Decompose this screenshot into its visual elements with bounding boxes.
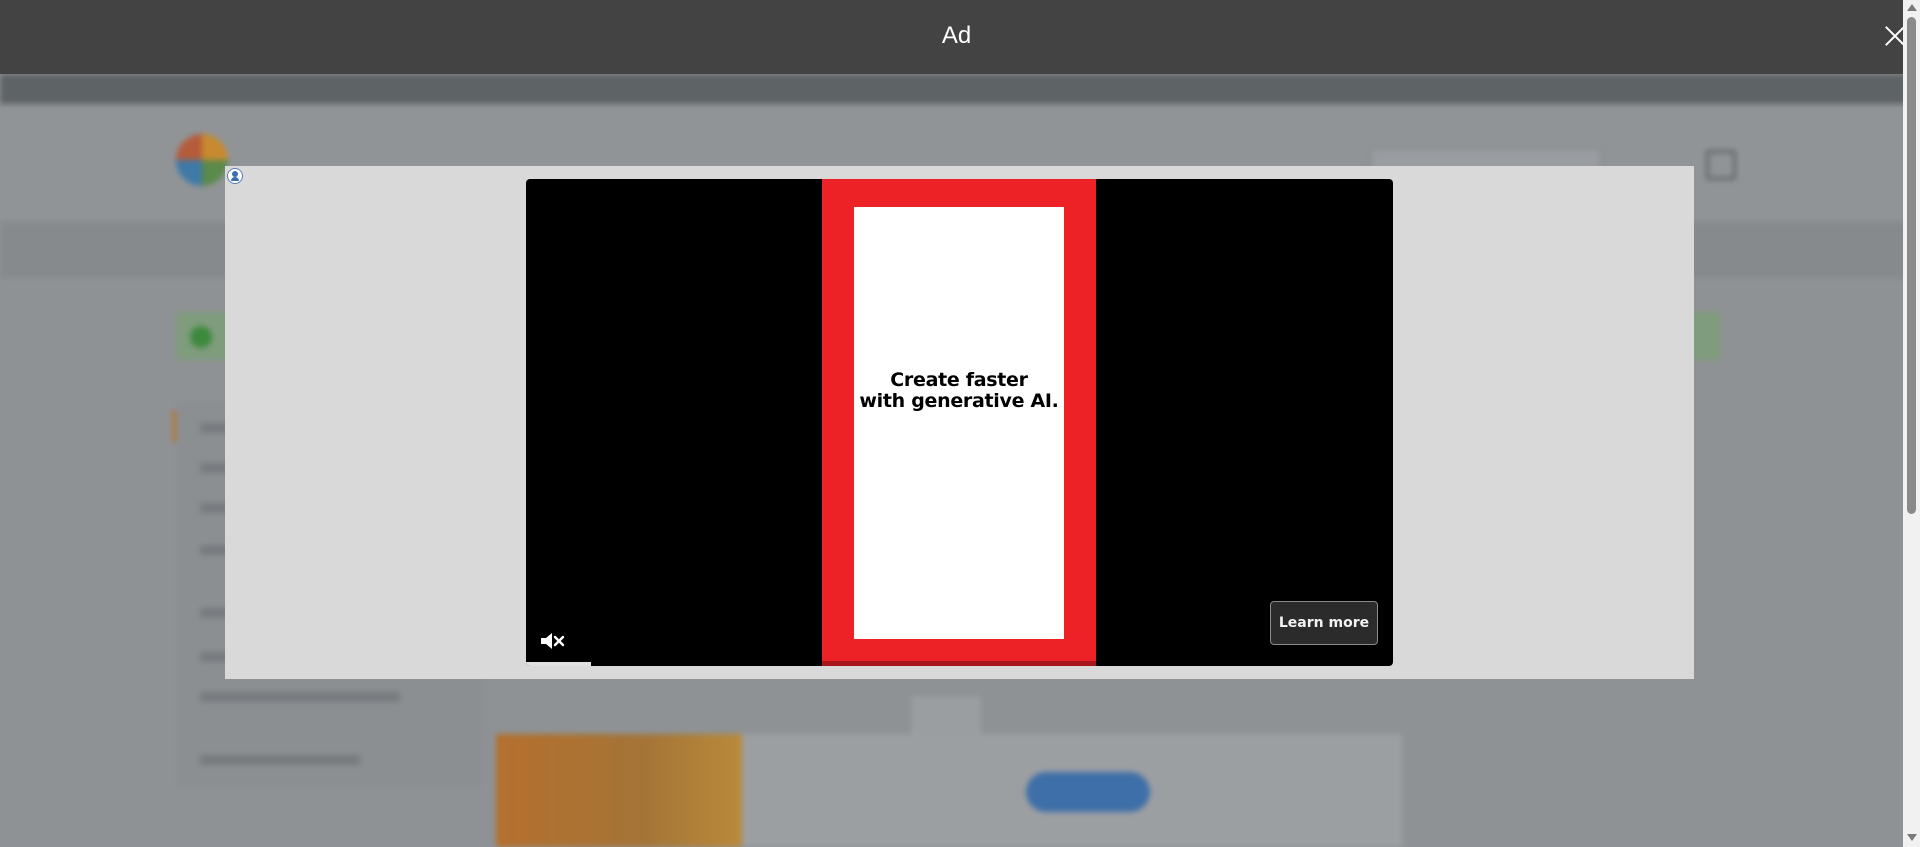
video-progress-bar[interactable] — [526, 662, 1393, 666]
bg-sidebar-active-marker — [172, 410, 176, 442]
bg-top-links-bar — [0, 74, 1920, 104]
bg-sidebar-line — [200, 692, 400, 702]
page-scrollbar[interactable] — [1903, 0, 1920, 847]
bg-success-icon — [190, 326, 212, 348]
ad-top-bar: Ad — [0, 0, 1920, 74]
bg-site-logo — [176, 134, 228, 186]
scroll-down-arrow-icon[interactable] — [1907, 834, 1917, 841]
video-headline: Create faster with generative AI. — [859, 370, 1058, 412]
scroll-thumb[interactable] — [1907, 17, 1916, 514]
bg-banner-button — [1026, 772, 1150, 812]
video-creative-card: Create faster with generative AI. — [854, 207, 1064, 639]
scroll-up-arrow-icon[interactable] — [1907, 4, 1917, 11]
bg-sidebar-line — [200, 755, 360, 765]
learn-more-button[interactable]: Learn more — [1270, 601, 1378, 645]
video-progress-fill — [526, 662, 592, 666]
video-headline-line1: Create faster — [890, 369, 1028, 391]
muted-speaker-icon[interactable] — [538, 629, 566, 653]
bg-collapse-button — [912, 697, 980, 735]
video-headline-line2: with generative AI. — [859, 390, 1059, 412]
video-player[interactable]: Create faster with generative AI. Learn … — [526, 179, 1393, 666]
bg-cart-icon — [1706, 150, 1736, 180]
ad-title: Ad — [941, 22, 972, 49]
bg-banner-image — [496, 734, 742, 847]
adchoices-icon[interactable] — [227, 168, 243, 184]
video-creative: Create faster with generative AI. — [822, 179, 1096, 666]
